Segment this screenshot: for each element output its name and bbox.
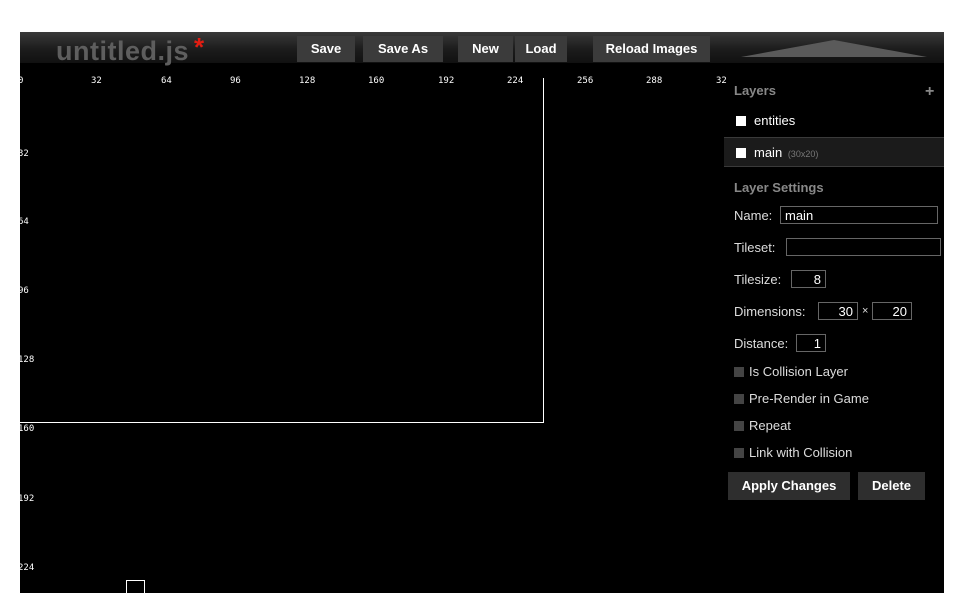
reload-images-button[interactable]: Reload Images [593, 36, 710, 62]
logo-triangle-icon [741, 40, 927, 57]
ruler-x-label: 288 [646, 76, 663, 86]
dimensions-label: Dimensions: [734, 304, 806, 319]
header-bar: untitled.js * Save Save As New Load Reloa… [20, 32, 944, 66]
layer-name-input[interactable] [780, 206, 938, 224]
link-collision-label: Link with Collision [749, 445, 853, 460]
layer-name: main (30x20) [754, 138, 818, 169]
layer-name: entities [754, 106, 795, 136]
layer-item-entities[interactable]: entities [724, 106, 944, 136]
layer-item-main[interactable]: main (30x20) [724, 137, 944, 167]
layer-settings-heading: Layer Settings [734, 180, 824, 195]
distance-input[interactable] [796, 334, 826, 352]
repeat-checkbox[interactable] [734, 421, 744, 431]
tilesize-label: Tilesize: [734, 272, 782, 287]
unsaved-marker: * [194, 32, 205, 62]
apply-changes-button[interactable]: Apply Changes [728, 472, 850, 500]
layer-name-text: main [754, 145, 783, 160]
ruler-y-label: 160 [20, 424, 35, 434]
repeat-label: Repeat [749, 418, 791, 433]
layers-panel: Layers + entities main (30x20) Layer Set… [724, 72, 944, 593]
tileset-input[interactable] [786, 238, 941, 256]
tile-cursor [126, 580, 145, 593]
tileset-label: Tileset: [734, 240, 776, 255]
app-title: untitled.js * [56, 32, 205, 67]
is-collision-checkbox[interactable] [734, 367, 744, 377]
tilesize-input[interactable] [791, 270, 826, 288]
visibility-toggle-icon[interactable] [736, 116, 746, 126]
delete-layer-button[interactable]: Delete [858, 472, 925, 500]
prerender-checkbox[interactable] [734, 394, 744, 404]
distance-label: Distance: [734, 336, 789, 351]
dimension-y-input[interactable] [872, 302, 912, 320]
ruler-x-label: 256 [577, 76, 594, 86]
times-sign: × [862, 305, 869, 317]
save-as-button[interactable]: Save As [363, 36, 443, 62]
ruler-y-label: 224 [20, 563, 35, 573]
is-collision-label: Is Collision Layer [749, 364, 848, 379]
prerender-label: Pre-Render in Game [749, 391, 869, 406]
ruler-y-label: 192 [20, 494, 35, 504]
save-button[interactable]: Save [297, 36, 355, 62]
load-button[interactable]: Load [515, 36, 567, 62]
new-button[interactable]: New [458, 36, 513, 62]
add-layer-icon[interactable]: + [925, 83, 934, 101]
editor-frame: untitled.js * Save Save As New Load Reloa… [20, 32, 944, 593]
dimension-x-input[interactable] [818, 302, 858, 320]
file-name: untitled.js [56, 36, 189, 66]
layer-size: (30x20) [787, 149, 819, 159]
layer-name-text: entities [754, 113, 796, 128]
link-collision-checkbox[interactable] [734, 448, 744, 458]
layers-heading: Layers [734, 83, 776, 98]
level-canvas-boundary[interactable] [20, 78, 544, 423]
name-label: Name: [734, 208, 773, 223]
visibility-toggle-icon[interactable] [736, 148, 746, 158]
